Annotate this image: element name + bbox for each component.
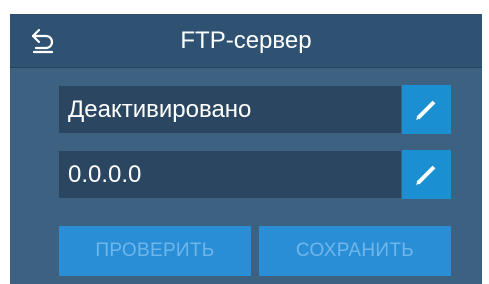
page-title: FTP-сервер bbox=[180, 27, 312, 54]
ftp-status-field[interactable]: Деактивировано bbox=[59, 86, 401, 133]
back-button[interactable] bbox=[30, 26, 58, 54]
back-arrow-icon bbox=[31, 28, 54, 54]
edit-ip-button[interactable] bbox=[402, 150, 451, 199]
ip-address-field[interactable]: 0.0.0.0 bbox=[59, 151, 401, 198]
ftp-server-screen: FTP-сервер Деактивировано 0.0.0.0 ПРОВЕР… bbox=[10, 14, 482, 284]
pencil-icon bbox=[416, 100, 436, 120]
save-button[interactable]: СОХРАНИТЬ bbox=[259, 226, 451, 276]
pencil-icon bbox=[416, 165, 436, 185]
header-bar: FTP-сервер bbox=[10, 14, 482, 68]
check-button[interactable]: ПРОВЕРИТЬ bbox=[59, 226, 251, 276]
edit-status-button[interactable] bbox=[402, 85, 451, 134]
